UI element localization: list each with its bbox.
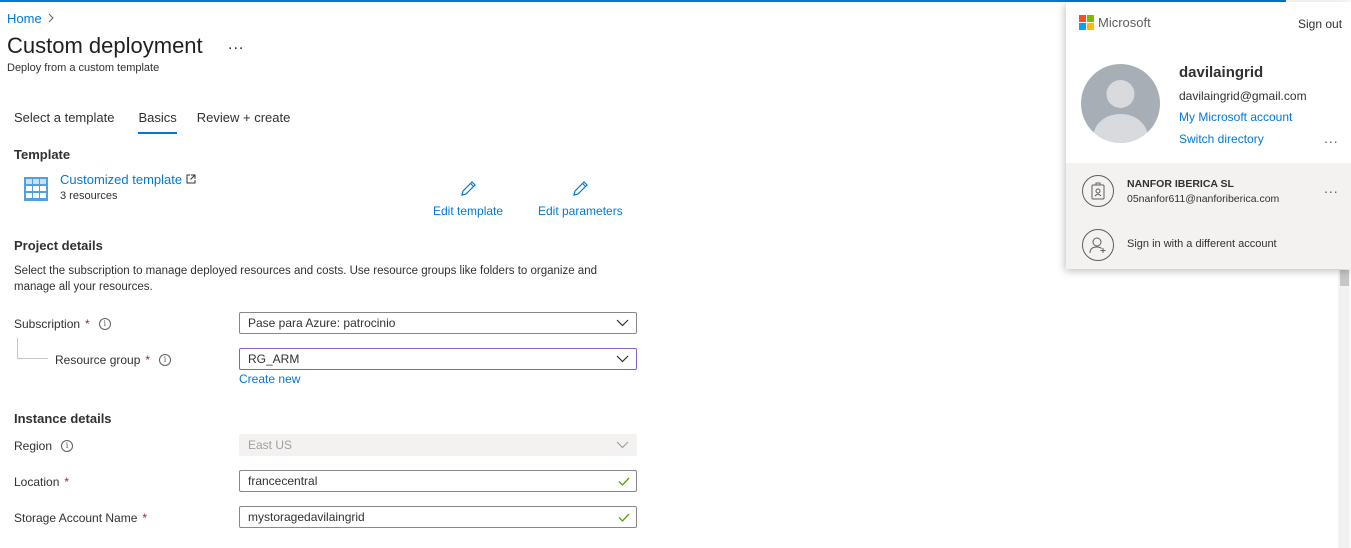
switch-directory-link[interactable]: Switch directory: [1179, 132, 1264, 146]
customized-template-label: Customized template: [60, 172, 183, 187]
sign-out-button[interactable]: Sign out: [1298, 17, 1342, 31]
resource-group-value: RG_ARM: [248, 352, 300, 366]
account-more-options[interactable]: ...: [1324, 130, 1339, 146]
edit-template-button[interactable]: Edit template: [433, 179, 503, 218]
wizard-tabs: Select a template Basics Review + create: [14, 110, 314, 134]
microsoft-brand: Microsoft: [1098, 15, 1151, 30]
tree-connector: [17, 338, 48, 359]
person-avatar-icon: [1081, 64, 1160, 143]
storage-account-input[interactable]: mystoragedavilaingrid: [239, 506, 637, 528]
subscription-dropdown[interactable]: Pase para Azure: patrocinio: [239, 312, 637, 334]
page-title: Custom deployment: [7, 33, 203, 58]
location-value: francecentral: [248, 474, 318, 488]
info-icon[interactable]: i: [98, 318, 111, 330]
page-scrollbar-thumb[interactable]: [1340, 270, 1349, 286]
chevron-right-icon: [48, 12, 54, 26]
storage-account-value: mystoragedavilaingrid: [248, 510, 365, 524]
tab-basics[interactable]: Basics: [138, 110, 177, 134]
storage-account-label: Storage Account Name *: [14, 511, 147, 525]
instance-details-heading: Instance details: [14, 411, 112, 426]
region-label-text: Region: [14, 439, 53, 453]
chevron-down-icon: [608, 441, 636, 449]
location-input[interactable]: francecentral: [239, 470, 637, 492]
page-subtitle: Deploy from a custom template: [7, 62, 160, 74]
checkmark-icon: [612, 477, 636, 486]
edit-parameters-label: Edit parameters: [538, 204, 623, 218]
region-value: East US: [248, 438, 293, 452]
badge-icon: [1082, 175, 1114, 207]
sign-in-different-account-link[interactable]: Sign in with a different account: [1127, 238, 1277, 250]
external-link-icon: [186, 172, 196, 187]
add-person-icon[interactable]: [1082, 229, 1114, 261]
project-details-description: Select the subscription to manage deploy…: [14, 265, 597, 293]
account-name: davilaingrid: [1179, 64, 1264, 81]
required-mark: *: [85, 317, 90, 331]
template-resources-count: 3 resources: [60, 190, 118, 202]
required-mark: *: [64, 475, 70, 489]
chevron-down-icon: [608, 355, 636, 363]
resource-group-label: Resource group * i: [55, 353, 172, 367]
template-heading: Template: [14, 147, 71, 162]
tab-review-create[interactable]: Review + create: [197, 110, 291, 134]
pencil-icon: [458, 179, 478, 204]
storage-account-label-text: Storage Account Name: [14, 511, 138, 525]
microsoft-logo: Microsoft: [1079, 15, 1151, 30]
location-label: Location *: [14, 475, 69, 489]
org-account-name[interactable]: NANFOR IBERICA SL: [1127, 178, 1234, 190]
chevron-down-icon: [608, 319, 636, 327]
tab-select-template[interactable]: Select a template: [14, 110, 114, 134]
subscription-label: Subscription * i: [14, 317, 111, 331]
customized-template-link[interactable]: Customized template: [60, 172, 196, 187]
edit-parameters-button[interactable]: Edit parameters: [538, 179, 623, 218]
info-icon[interactable]: i: [61, 440, 74, 452]
subscription-value: Pase para Azure: patrocinio: [248, 316, 396, 330]
more-options-button[interactable]: ...: [228, 36, 244, 54]
required-mark: *: [142, 511, 148, 525]
pencil-icon: [570, 179, 590, 204]
my-microsoft-account-link[interactable]: My Microsoft account: [1179, 110, 1292, 124]
account-flyout: Microsoft Sign out davilaingrid davilain…: [1066, 2, 1351, 269]
region-label: Region i: [14, 439, 74, 453]
location-label-text: Location: [14, 475, 60, 489]
page-scrollbar[interactable]: [1338, 270, 1350, 548]
subscription-label-text: Subscription: [14, 317, 81, 331]
resource-group-label-text: Resource group: [55, 353, 141, 367]
info-icon[interactable]: i: [159, 354, 172, 366]
account-email: davilaingrid@gmail.com: [1179, 89, 1307, 103]
edit-template-label: Edit template: [433, 204, 504, 218]
required-mark: *: [145, 353, 151, 367]
checkmark-icon: [612, 513, 636, 522]
create-new-resource-group-link[interactable]: Create new: [239, 372, 300, 386]
microsoft-logo-icon: [1079, 15, 1094, 30]
org-account-email: 05nanfor611@nanforiberica.com: [1127, 193, 1280, 205]
project-details-heading: Project details: [14, 238, 103, 253]
region-dropdown: East US: [239, 434, 637, 456]
resource-group-dropdown[interactable]: RG_ARM: [239, 348, 637, 370]
breadcrumb: Home: [7, 11, 54, 26]
breadcrumb-home-link[interactable]: Home: [7, 11, 42, 26]
org-account-more-options[interactable]: ...: [1324, 180, 1339, 196]
template-grid-icon: [24, 177, 48, 201]
